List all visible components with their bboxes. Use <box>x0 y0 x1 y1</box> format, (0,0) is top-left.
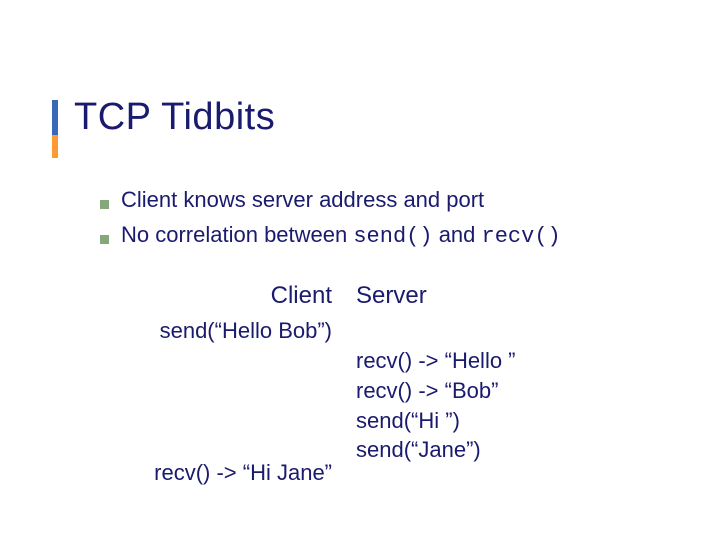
client-header: Client <box>92 280 332 312</box>
bullet-item: Client knows server address and port <box>100 185 680 216</box>
title-block: TCP Tidbits <box>56 96 680 139</box>
client-line: recv() -> “Hi Jane” <box>92 458 332 488</box>
server-column: Server recv() -> “Hello ” recv() -> “Bob… <box>356 280 616 488</box>
slide: TCP Tidbits Client knows server address … <box>0 0 720 540</box>
server-line: send(“Jane”) <box>356 435 616 465</box>
code-send: send() <box>353 224 432 249</box>
server-line: recv() -> “Bob” <box>356 376 616 406</box>
bullet-list: Client knows server address and port No … <box>100 185 680 257</box>
bullet-mid: and <box>433 222 482 247</box>
bullet-square-icon <box>100 200 109 209</box>
client-column: Client send(“Hello Bob”) recv() -> “Hi J… <box>92 280 332 488</box>
server-header: Server <box>356 280 616 312</box>
bullet-square-icon <box>100 235 109 244</box>
bullet-text: Client knows server address and port <box>121 185 484 216</box>
server-line: send(“Hi ”) <box>356 406 616 436</box>
server-line: recv() -> “Hello ” <box>356 346 616 376</box>
spacer <box>356 316 616 346</box>
spacer <box>92 346 332 458</box>
bullet-text: No correlation between send() and recv() <box>121 220 561 253</box>
code-recv: recv() <box>482 224 561 249</box>
bullet-prefix: Client knows server address and port <box>121 187 484 212</box>
bullet-item: No correlation between send() and recv() <box>100 220 680 253</box>
bullet-prefix: No correlation between <box>121 222 353 247</box>
slide-title: TCP Tidbits <box>74 96 680 139</box>
client-line: send(“Hello Bob”) <box>92 316 332 346</box>
example-grid: Client send(“Hello Bob”) recv() -> “Hi J… <box>92 280 680 488</box>
